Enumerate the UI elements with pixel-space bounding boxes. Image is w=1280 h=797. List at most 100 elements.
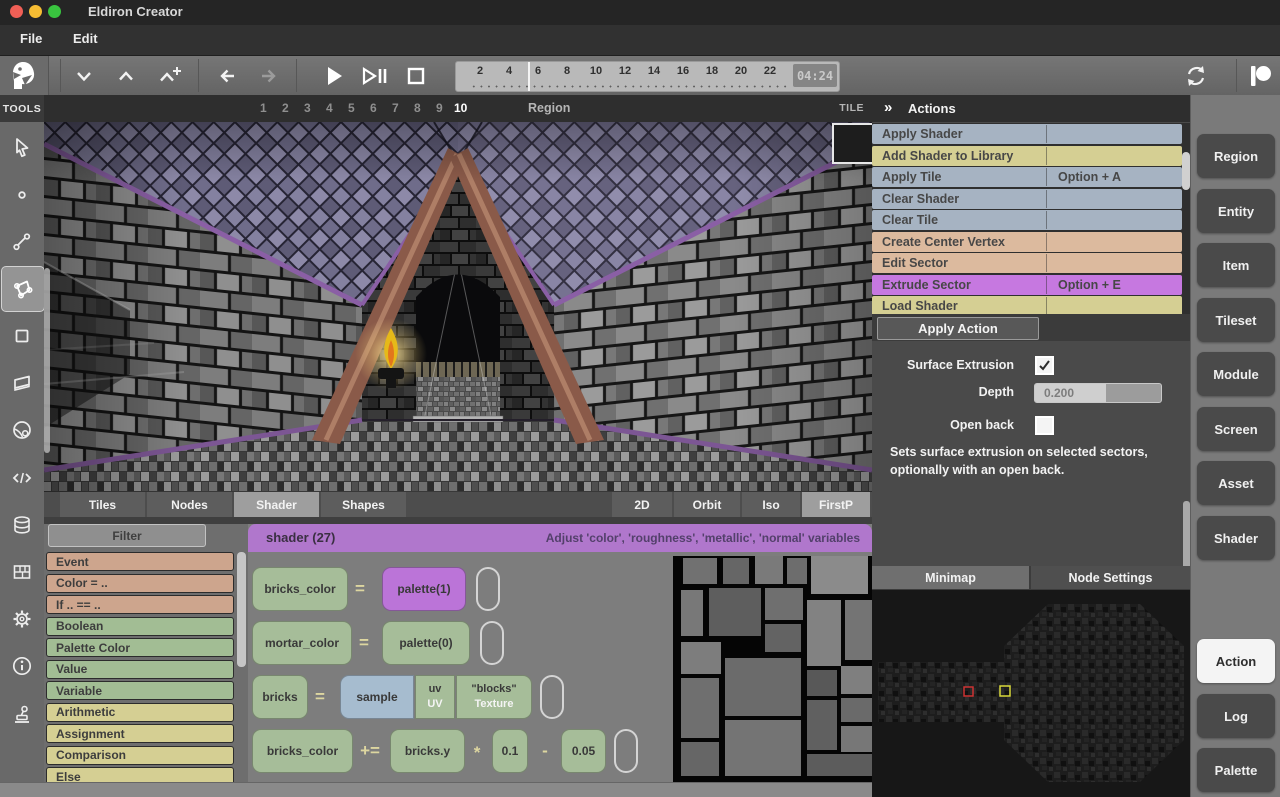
node-texture-arg[interactable]: "blocks" Texture [456, 675, 532, 719]
timeline-ruler[interactable]: 2 4 6 8 10 12 14 16 18 20 22 04:24 [455, 61, 840, 92]
palette-item[interactable]: Value [46, 660, 234, 679]
mode-module[interactable]: Module [1197, 352, 1275, 396]
menu-edit[interactable]: Edit [73, 31, 98, 46]
tab-nodes[interactable]: Nodes [147, 492, 232, 517]
level-number[interactable]: 5 [348, 101, 355, 115]
mode-screen[interactable]: Screen [1197, 407, 1275, 451]
action-create-center-vertex[interactable]: Create Center Vertex [872, 232, 1182, 252]
node-bricks-y[interactable]: bricks.y [390, 729, 465, 773]
tool-sector[interactable] [1, 266, 45, 312]
action-edit-sector[interactable]: Edit Sector [872, 253, 1182, 273]
filter-input[interactable]: Filter [48, 524, 206, 547]
node-bricks-color[interactable]: bricks_color [252, 729, 353, 773]
node-mortar-color[interactable]: mortar_color [252, 621, 352, 665]
tab-tiles[interactable]: Tiles [60, 492, 145, 517]
add-level-button[interactable] [152, 58, 188, 93]
undo-button[interactable] [210, 58, 246, 93]
palette-item[interactable]: Palette Color [46, 638, 234, 657]
open-back-checkbox[interactable] [1035, 416, 1054, 435]
palette-item[interactable]: If .. == .. [46, 595, 234, 614]
tool-vertex[interactable] [1, 173, 43, 217]
depth-slider[interactable]: 0.200 [1034, 383, 1162, 403]
mode-entity[interactable]: Entity [1197, 189, 1275, 233]
tool-settings[interactable] [1, 597, 43, 641]
action-apply-shader[interactable]: Apply Shader [872, 124, 1182, 144]
close-window-button[interactable] [10, 5, 23, 18]
move-down-button[interactable] [66, 58, 102, 93]
action-clear-tile[interactable]: Clear Tile [872, 210, 1182, 230]
node-value-005[interactable]: 0.05 [561, 729, 606, 773]
palette-item[interactable]: Boolean [46, 617, 234, 636]
collapse-panel-icon[interactable]: » [884, 99, 892, 116]
menu-file[interactable]: File [20, 31, 42, 46]
tool-game[interactable] [1, 692, 43, 736]
level-number[interactable]: 4 [326, 101, 333, 115]
tool-wall[interactable] [1, 361, 43, 405]
mode-log[interactable]: Log [1197, 694, 1275, 738]
tab-firstp[interactable]: FirstP [802, 492, 870, 517]
tool-rect[interactable] [1, 314, 43, 358]
tool-linedef[interactable] [1, 220, 43, 264]
node-slot[interactable] [476, 567, 500, 611]
level-number[interactable]: 7 [392, 101, 399, 115]
mode-shader[interactable]: Shader [1197, 516, 1275, 560]
level-number[interactable]: 6 [370, 101, 377, 115]
level-number-active[interactable]: 10 [454, 101, 467, 115]
sync-button[interactable] [1178, 58, 1214, 93]
palette-item[interactable]: Color = .. [46, 574, 234, 593]
mode-item[interactable]: Item [1197, 243, 1275, 287]
surface-extrusion-checkbox[interactable] [1035, 356, 1054, 375]
patreon-button[interactable] [1242, 58, 1278, 93]
mode-action[interactable]: Action [1197, 639, 1275, 683]
palette-item[interactable]: Event [46, 552, 234, 571]
palette-item[interactable]: Comparison [46, 746, 234, 765]
action-add-shader-to-library[interactable]: Add Shader to Library [872, 146, 1182, 166]
level-number[interactable]: 8 [414, 101, 421, 115]
node-slot[interactable] [480, 621, 504, 665]
tab-iso[interactable]: Iso [742, 492, 800, 517]
tab-shader[interactable]: Shader [234, 492, 319, 517]
palette-item[interactable]: Variable [46, 681, 234, 700]
apply-action-button[interactable]: Apply Action [877, 317, 1039, 340]
node-sample[interactable]: sample [340, 675, 414, 719]
tool-tiles[interactable] [1, 550, 43, 594]
node-bricks-color[interactable]: bricks_color [252, 567, 348, 611]
move-up-button[interactable] [108, 58, 144, 93]
mode-region[interactable]: Region [1197, 134, 1275, 178]
node-slot[interactable] [614, 729, 638, 773]
action-extrude-sector[interactable]: Extrude SectorOption + E [872, 275, 1182, 295]
zoom-window-button[interactable] [48, 5, 61, 18]
node-palette0[interactable]: palette(0) [382, 621, 470, 665]
tool-select[interactable] [1, 126, 43, 170]
node-bricks[interactable]: bricks [252, 675, 308, 719]
tool-sphere[interactable] [1, 408, 43, 452]
stop-button[interactable] [398, 58, 434, 93]
tool-code[interactable] [1, 456, 43, 500]
step-button[interactable] [356, 58, 392, 93]
mode-palette[interactable]: Palette [1197, 748, 1275, 792]
timeline-playhead[interactable] [528, 62, 530, 91]
actions-scrollbar[interactable] [1182, 152, 1190, 190]
viewport-scrollbar[interactable] [44, 268, 50, 453]
level-number[interactable]: 1 [260, 101, 267, 115]
minimap[interactable] [872, 590, 1190, 797]
palette-item[interactable]: Assignment [46, 724, 234, 743]
node-palette1[interactable]: palette(1) [382, 567, 466, 611]
tab-2d[interactable]: 2D [612, 492, 672, 517]
node-value-01[interactable]: 0.1 [492, 729, 528, 773]
tab-shapes[interactable]: Shapes [321, 492, 406, 517]
mode-tileset[interactable]: Tileset [1197, 298, 1275, 342]
play-button[interactable] [316, 58, 352, 93]
node-uv-arg[interactable]: uv UV [415, 675, 455, 719]
tab-orbit[interactable]: Orbit [674, 492, 740, 517]
tool-data[interactable] [1, 503, 43, 547]
palette-scrollbar[interactable] [237, 552, 246, 667]
tile-preview[interactable] [832, 123, 874, 164]
palette-item[interactable]: Arithmetic [46, 703, 234, 722]
action-clear-shader[interactable]: Clear Shader [872, 189, 1182, 209]
region-3d-viewport[interactable] [44, 122, 872, 492]
level-number[interactable]: 3 [304, 101, 311, 115]
mode-asset[interactable]: Asset [1197, 461, 1275, 505]
level-number[interactable]: 9 [436, 101, 443, 115]
minimize-window-button[interactable] [29, 5, 42, 18]
